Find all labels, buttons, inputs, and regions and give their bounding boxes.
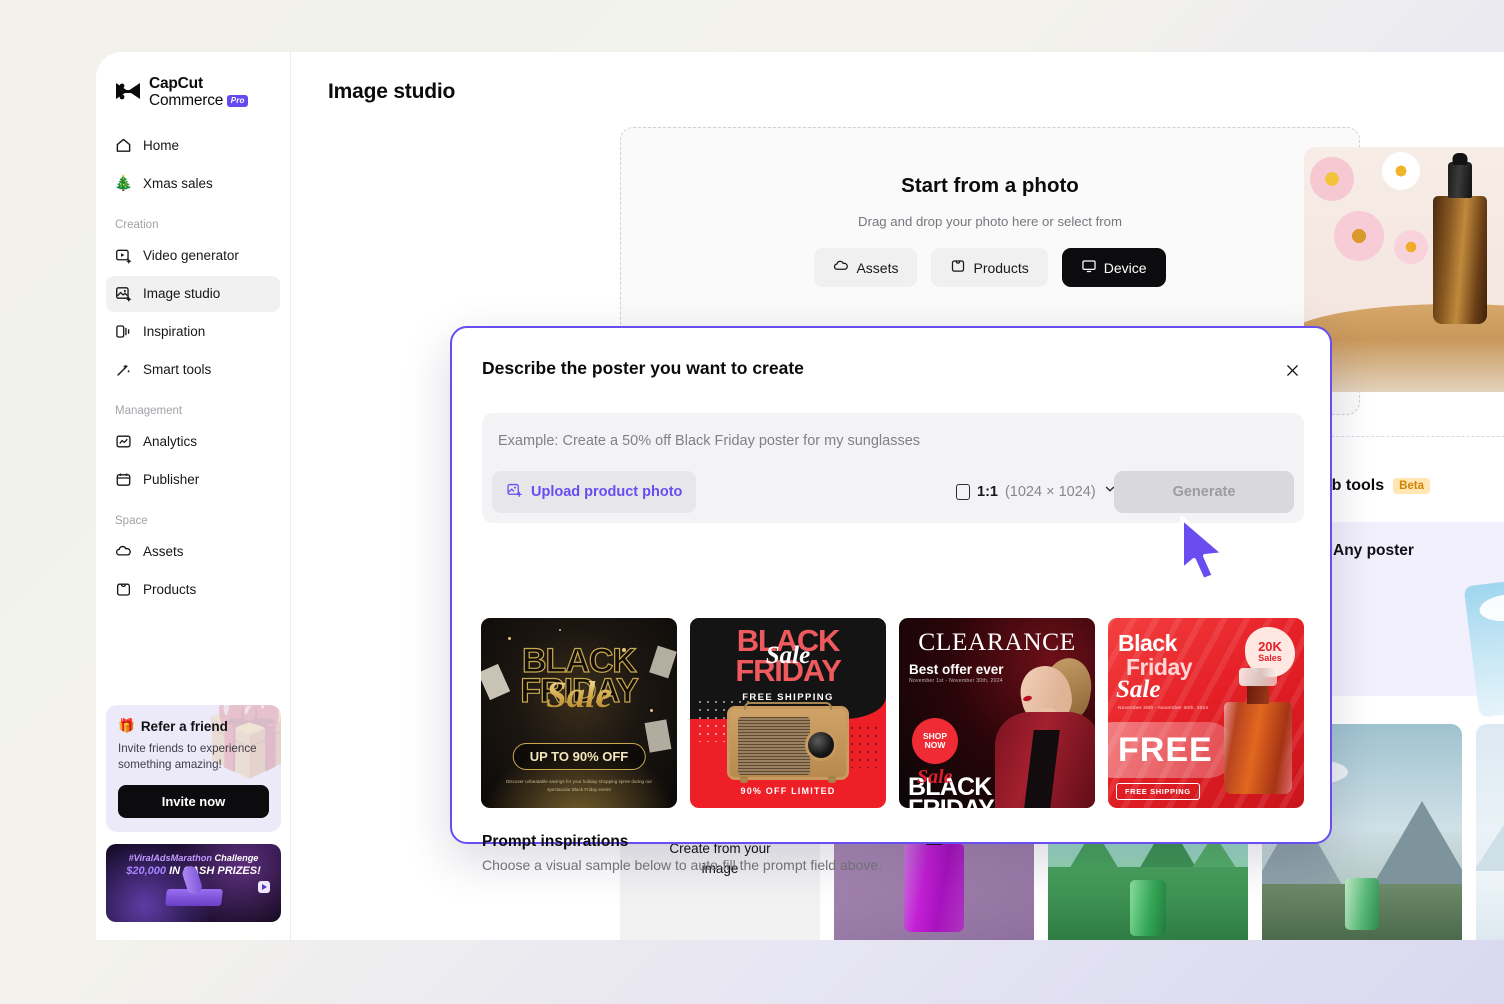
image-upload-icon xyxy=(506,482,523,503)
prompt-inspirations-title: Prompt inspirations xyxy=(482,833,629,850)
inspiration-card-black-friday-perfume[interactable]: Black Friday Sale November 29th - Novemb… xyxy=(1108,618,1304,808)
poster-script-text: Sale xyxy=(765,642,811,669)
aspect-ratio-dimensions: (1024 × 1024) xyxy=(1004,483,1096,500)
prompt-inspiration-list: BLACK FRIDAY Sale UP TO 90% OFF Discover… xyxy=(481,618,1304,808)
badge-label: Sales xyxy=(1258,653,1282,664)
generate-button[interactable]: Generate xyxy=(1114,471,1294,513)
aspect-ratio-label: 1:1 xyxy=(977,483,998,500)
radio-handle xyxy=(744,702,832,710)
poster-date-range: November 29th - November 30th, 2024 xyxy=(1118,706,1209,711)
poster-tagline: Best offer ever xyxy=(909,662,1004,677)
bottle-cap xyxy=(1239,668,1277,686)
prompt-input[interactable]: Example: Create a 50% off Black Friday p… xyxy=(498,433,920,449)
poster-date-range: November 1st - November 30th, 2024 xyxy=(909,678,1003,684)
poster-free-text: FREE xyxy=(1118,731,1213,769)
perfume-bottle-illustration xyxy=(1224,668,1292,794)
aspect-ratio-icon xyxy=(956,483,970,500)
prompt-inspirations-subtitle: Choose a visual sample below to auto-fil… xyxy=(482,857,882,873)
poster-script-text: Sale xyxy=(481,674,677,717)
poster-fine-print: Discover unbeatable savings for your hol… xyxy=(505,779,653,793)
inspiration-card-black-friday-gold[interactable]: BLACK FRIDAY Sale UP TO 90% OFF Discover… xyxy=(481,618,677,808)
badge-line-2: NOW xyxy=(924,740,946,750)
describe-poster-modal: Describe the poster you want to create E… xyxy=(450,326,1332,873)
poster-script-text: Sale xyxy=(917,766,953,788)
button-label: Upload product photo xyxy=(531,484,683,500)
prompt-input-container[interactable]: Example: Create a 50% off Black Friday p… xyxy=(482,413,1304,523)
poster-offer-pill: UP TO 90% OFF xyxy=(512,743,646,770)
upload-product-photo-button[interactable]: Upload product photo xyxy=(492,471,697,513)
poster-script-text: Sale xyxy=(1116,676,1161,703)
radio-speaker-grill xyxy=(738,717,810,775)
close-icon[interactable] xyxy=(1277,355,1307,385)
poster-line-1: Black xyxy=(1118,630,1177,656)
confetti xyxy=(644,719,672,753)
inspiration-card-clearance[interactable]: CLEARANCE Best offer ever November 1st -… xyxy=(899,618,1095,808)
modal-title: Describe the poster you want to create xyxy=(482,358,804,378)
model-illustration xyxy=(991,640,1095,808)
poster-footer: 90% OFF LIMITED xyxy=(740,786,836,796)
radio-foot xyxy=(740,776,748,783)
modal-overlay: Describe the poster you want to create E… xyxy=(96,52,1504,940)
radio-knob xyxy=(805,729,837,761)
badge-number: 20K xyxy=(1258,639,1282,655)
vintage-radio-illustration xyxy=(727,702,849,783)
shop-now-badge: SHOP NOW xyxy=(912,718,958,764)
poster-headline: CLEARANCE xyxy=(918,627,1076,656)
aspect-ratio-selector[interactable]: 1:1 (1024 × 1024) xyxy=(956,482,1117,501)
free-shipping-tag: FREE SHIPPING xyxy=(1116,783,1200,800)
app-window: CapCut Commerce Pro Home 🎄 Xmas sales Cr… xyxy=(96,52,1504,940)
radio-foot xyxy=(828,776,836,783)
poster-line-2: FRIDAY xyxy=(908,796,995,808)
inspiration-card-black-friday-radio[interactable]: BLACK FRIDAY Sale FREE SHIPPING 90% OFF … xyxy=(690,618,886,808)
bottle-neck xyxy=(1247,684,1269,704)
